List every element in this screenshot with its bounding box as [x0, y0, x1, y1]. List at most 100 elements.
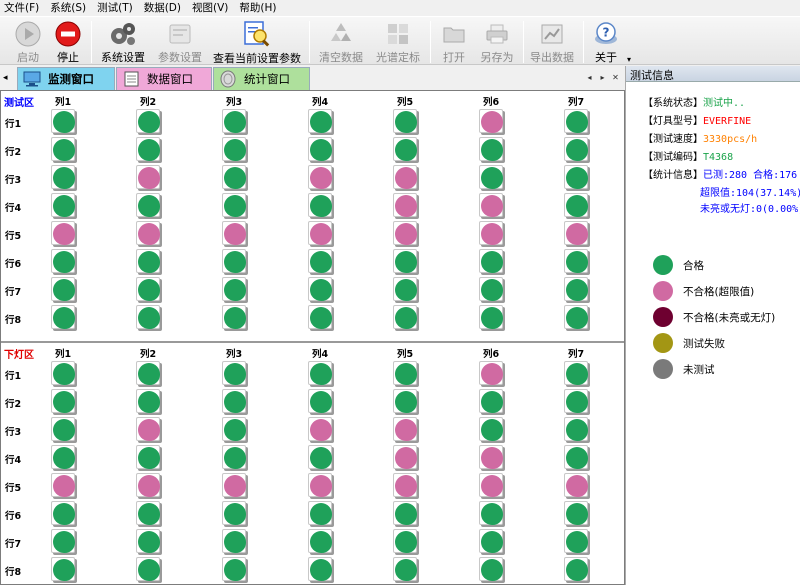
- tab-monitor-window[interactable]: 监测窗口: [17, 67, 115, 90]
- led-cell[interactable]: [222, 473, 248, 499]
- led-cell[interactable]: [564, 445, 590, 471]
- led-cell[interactable]: [136, 165, 162, 191]
- led-cell[interactable]: [393, 165, 419, 191]
- led-cell[interactable]: [222, 529, 248, 555]
- led-cell[interactable]: [136, 361, 162, 387]
- led-cell[interactable]: [308, 557, 334, 583]
- led-cell[interactable]: [222, 109, 248, 135]
- tab-data-window[interactable]: 数据窗口: [116, 67, 212, 90]
- led-cell[interactable]: [136, 445, 162, 471]
- led-cell[interactable]: [308, 445, 334, 471]
- led-cell[interactable]: [393, 557, 419, 583]
- led-cell[interactable]: [308, 305, 334, 331]
- led-cell[interactable]: [222, 165, 248, 191]
- led-cell[interactable]: [393, 389, 419, 415]
- led-cell[interactable]: [308, 109, 334, 135]
- led-cell[interactable]: [308, 501, 334, 527]
- led-cell[interactable]: [564, 473, 590, 499]
- led-cell[interactable]: [222, 249, 248, 275]
- led-cell[interactable]: [564, 109, 590, 135]
- led-cell[interactable]: [393, 221, 419, 247]
- led-cell[interactable]: [51, 473, 77, 499]
- led-cell[interactable]: [479, 473, 505, 499]
- menu-system[interactable]: 系统(S): [50, 0, 86, 15]
- led-cell[interactable]: [564, 137, 590, 163]
- led-cell[interactable]: [479, 249, 505, 275]
- tab-scroll-left-icon[interactable]: ◂: [584, 72, 595, 83]
- clear-data-button[interactable]: 清空数据: [316, 19, 366, 65]
- left-arrow-icon[interactable]: ◂: [3, 73, 8, 83]
- led-cell[interactable]: [393, 445, 419, 471]
- led-cell[interactable]: [308, 137, 334, 163]
- led-cell[interactable]: [222, 445, 248, 471]
- led-cell[interactable]: [564, 249, 590, 275]
- led-cell[interactable]: [51, 361, 77, 387]
- param-settings-button[interactable]: 参数设置: [155, 19, 205, 65]
- start-button[interactable]: 启动: [12, 19, 44, 65]
- led-cell[interactable]: [136, 193, 162, 219]
- led-cell[interactable]: [51, 417, 77, 443]
- led-cell[interactable]: [308, 221, 334, 247]
- led-cell[interactable]: [479, 417, 505, 443]
- led-cell[interactable]: [222, 221, 248, 247]
- led-cell[interactable]: [564, 305, 590, 331]
- led-cell[interactable]: [51, 137, 77, 163]
- led-cell[interactable]: [308, 417, 334, 443]
- led-cell[interactable]: [393, 361, 419, 387]
- led-cell[interactable]: [479, 305, 505, 331]
- led-cell[interactable]: [222, 389, 248, 415]
- led-cell[interactable]: [479, 445, 505, 471]
- led-cell[interactable]: [51, 109, 77, 135]
- led-cell[interactable]: [308, 529, 334, 555]
- menu-data[interactable]: 数据(D): [144, 0, 181, 15]
- led-cell[interactable]: [222, 557, 248, 583]
- led-cell[interactable]: [136, 221, 162, 247]
- led-cell[interactable]: [393, 305, 419, 331]
- led-cell[interactable]: [51, 529, 77, 555]
- led-cell[interactable]: [479, 221, 505, 247]
- led-cell[interactable]: [222, 361, 248, 387]
- led-cell[interactable]: [564, 277, 590, 303]
- led-cell[interactable]: [308, 389, 334, 415]
- led-cell[interactable]: [479, 277, 505, 303]
- led-cell[interactable]: [308, 277, 334, 303]
- led-cell[interactable]: [564, 389, 590, 415]
- led-cell[interactable]: [564, 417, 590, 443]
- menu-test[interactable]: 测试(T): [97, 0, 133, 15]
- led-cell[interactable]: [308, 361, 334, 387]
- led-cell[interactable]: [136, 557, 162, 583]
- led-cell[interactable]: [136, 473, 162, 499]
- led-cell[interactable]: [51, 501, 77, 527]
- led-cell[interactable]: [308, 473, 334, 499]
- led-cell[interactable]: [136, 277, 162, 303]
- led-cell[interactable]: [51, 193, 77, 219]
- led-cell[interactable]: [308, 249, 334, 275]
- led-cell[interactable]: [136, 249, 162, 275]
- led-cell[interactable]: [564, 361, 590, 387]
- led-cell[interactable]: [479, 193, 505, 219]
- led-cell[interactable]: [51, 445, 77, 471]
- led-cell[interactable]: [479, 529, 505, 555]
- led-cell[interactable]: [222, 193, 248, 219]
- led-cell[interactable]: [564, 529, 590, 555]
- led-cell[interactable]: [393, 277, 419, 303]
- led-cell[interactable]: [222, 501, 248, 527]
- led-cell[interactable]: [308, 193, 334, 219]
- led-cell[interactable]: [136, 501, 162, 527]
- led-cell[interactable]: [479, 137, 505, 163]
- spectrum-calibration-button[interactable]: 光谱定标: [373, 19, 423, 65]
- led-cell[interactable]: [479, 361, 505, 387]
- led-cell[interactable]: [479, 165, 505, 191]
- menu-help[interactable]: 帮助(H): [239, 0, 276, 15]
- led-cell[interactable]: [51, 305, 77, 331]
- led-cell[interactable]: [51, 221, 77, 247]
- led-cell[interactable]: [564, 221, 590, 247]
- led-cell[interactable]: [393, 417, 419, 443]
- led-cell[interactable]: [393, 249, 419, 275]
- tab-scroll-right-icon[interactable]: ▸: [597, 72, 608, 83]
- led-cell[interactable]: [393, 137, 419, 163]
- led-cell[interactable]: [308, 165, 334, 191]
- tab-statistics-window[interactable]: 统计窗口: [213, 67, 310, 90]
- led-cell[interactable]: [479, 389, 505, 415]
- led-cell[interactable]: [479, 557, 505, 583]
